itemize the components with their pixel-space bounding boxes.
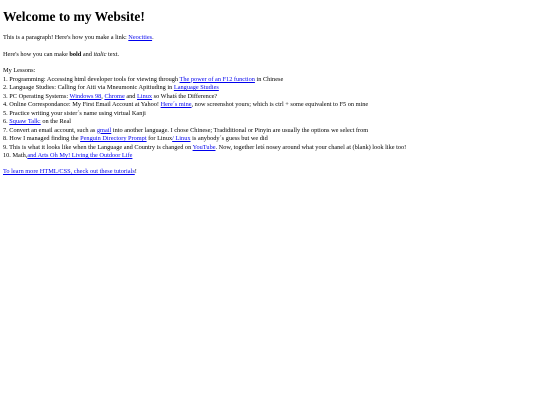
linux-slash-link[interactable]: / Linux (172, 135, 190, 142)
chrome-link[interactable]: Chrome (104, 93, 124, 100)
outdoor-life-link[interactable]: and Arts Oh My! Living the Outdoor Life (27, 152, 132, 159)
lesson-8-text: 8. How I managed finding the (3, 135, 81, 142)
lesson-3-text: 3. PC Operating Systems: (3, 92, 70, 100)
lesson-item-4: 4. Online Correspondance: My First Email… (3, 101, 537, 110)
heres-mine-link[interactable]: Here´s mine (161, 101, 192, 108)
lesson-8-suffix: is anybody´s guess but we did (190, 135, 268, 142)
lesson-5-text: 5. Practice writing your sister´s name u… (3, 109, 146, 117)
italic-text: italic (93, 50, 107, 58)
lesson-4-suffix: , now screenshot yours; which is ctrl + … (191, 101, 369, 108)
lesson-3-suffix: so Whatś the Difference? (152, 92, 218, 100)
penguin-directory-link[interactable]: Penguin Directory Prompt (80, 135, 146, 142)
lessons-title: My Lessons: (3, 67, 36, 74)
intro-text: This is a paragraph! Here's how you make… (3, 34, 129, 41)
lesson-1-text: 1. Programming: Accessing html developer… (3, 75, 180, 83)
linux-link[interactable]: Linux (137, 93, 152, 100)
tutorial-paragraph: To learn more HTML/CSS, check out these … (3, 168, 537, 177)
lesson-item-3: 3. PC Operating Systems: Windows 98, Chr… (3, 93, 537, 102)
lesson-7-suffix: into another language. I chose Chinese; … (111, 126, 369, 134)
lesson-item-7: 7. Convert an email account, such as gma… (3, 127, 537, 136)
lessons-section: My Lessons: 1. Programming: Accessing ht… (3, 67, 537, 161)
formatting-text-after: text. (106, 50, 120, 58)
windows-98-link[interactable]: Windows 98 (70, 93, 102, 100)
tutorial-exclamation: ! (134, 167, 137, 175)
youtube-link[interactable]: YouTube (193, 144, 216, 151)
lesson-item-10: 10. Math,and Arts Oh My! Living the Outd… (3, 152, 537, 161)
formatting-text-before: Here's how you can make (3, 50, 70, 58)
lesson-item-8: 8. How I managed finding the Penguin Dir… (3, 135, 537, 144)
squaw-talk-link[interactable]: Squaw Talk: (9, 118, 40, 125)
tutorials-link[interactable]: To learn more HTML/CSS, check out these … (3, 168, 135, 175)
lesson-10-text: 10. Math, (3, 152, 28, 159)
gmail-link[interactable]: gmail (97, 127, 111, 134)
lesson-8-middle: for Linux (146, 135, 173, 142)
bold-text: bold (69, 50, 82, 58)
lesson-3-and: and (124, 92, 137, 100)
page-title: Welcome to my Website! (3, 9, 145, 24)
f12-function-link[interactable]: The power of an F12 function (180, 76, 255, 83)
lesson-7-text: 7. Convert an email account, such as (3, 126, 97, 134)
lesson-2-text: 2. Language Studies: Calling for Aiti vi… (3, 84, 174, 91)
language-studies-link[interactable]: Language Studies (174, 84, 219, 91)
neocities-link[interactable]: Neocities (128, 34, 152, 41)
lesson-9-text: 9. This is what it looks like when the L… (3, 143, 193, 151)
lesson-item-6: 6. Squaw Talk: on the Real (3, 118, 537, 127)
lesson-item-1: 1. Programming: Accessing html developer… (3, 76, 537, 85)
lesson-item-5: 5. Practice writing your sister´s name u… (3, 110, 537, 119)
lesson-1-suffix: in Chinese (254, 75, 284, 83)
lesson-4-text: 4. Online Correspondance: My First Email… (3, 101, 161, 108)
lesson-item-2: 2. Language Studies: Calling for Aiti vi… (3, 84, 537, 93)
page: Welcome to my Website! This is a paragra… (0, 0, 540, 405)
lesson-9-suffix: . Now, together letś nosey around what y… (215, 143, 407, 151)
intro-period: . (152, 34, 154, 41)
formatting-paragraph: Here's how you can make bold and italic … (3, 51, 537, 60)
lesson-item-9: 9. This is what it looks like when the L… (3, 144, 537, 153)
intro-paragraph: This is a paragraph! Here's how you make… (3, 34, 537, 43)
lesson-6-suffix: on the Real (40, 118, 72, 125)
formatting-text-middle: and (81, 50, 94, 58)
